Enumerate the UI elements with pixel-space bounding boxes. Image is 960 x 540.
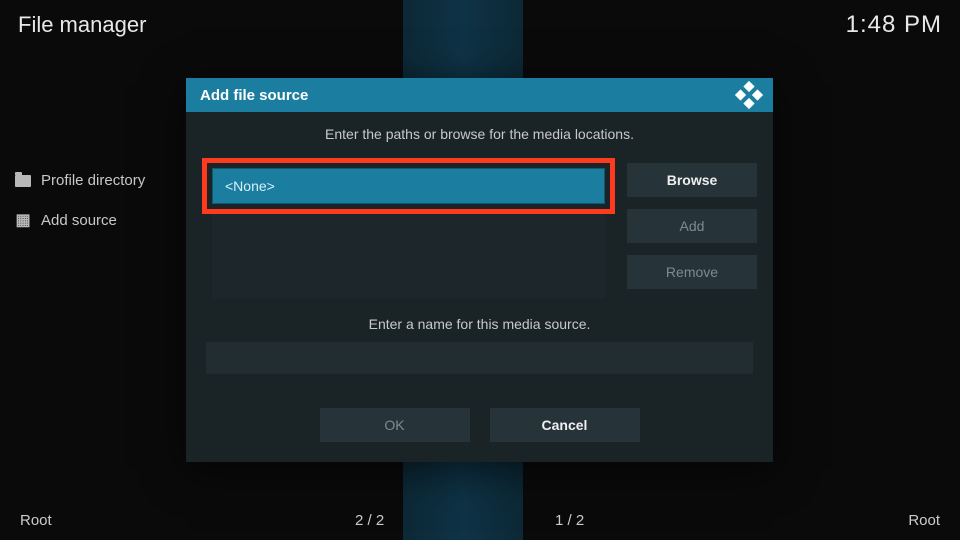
sidebar-item-label: Add source xyxy=(41,212,117,229)
footer-left-count: 2 / 2 xyxy=(355,512,384,529)
remove-button[interactable]: Remove xyxy=(627,255,757,289)
header-bar: File manager 1:48 PM xyxy=(0,0,960,50)
kodi-logo-icon xyxy=(735,81,763,109)
paths-instruction-text: Enter the paths or browse for the media … xyxy=(202,126,757,142)
clock: 1:48 PM xyxy=(846,11,942,39)
dialog-titlebar: Add file source xyxy=(186,78,773,112)
path-input-highlight: <None> xyxy=(202,158,615,214)
sidebar-item-add-source[interactable]: ▦ Add source xyxy=(15,212,117,229)
folder-icon xyxy=(15,175,31,187)
source-name-input[interactable] xyxy=(206,342,753,374)
sidebar-item-label: Profile directory xyxy=(41,172,145,189)
path-input-value: <None> xyxy=(225,178,275,194)
add-source-icon: ▦ xyxy=(15,214,31,228)
path-input[interactable]: <None> xyxy=(212,168,605,204)
add-button[interactable]: Add xyxy=(627,209,757,243)
page-title: File manager xyxy=(18,12,146,38)
dialog-title: Add file source xyxy=(200,87,308,104)
browse-button[interactable]: Browse xyxy=(627,163,757,197)
footer-right-count: 1 / 2 xyxy=(555,512,584,529)
sidebar-item-profile-directory[interactable]: Profile directory xyxy=(15,172,145,189)
cancel-button[interactable]: Cancel xyxy=(490,408,640,442)
path-list-area[interactable] xyxy=(212,214,605,298)
footer-left-label: Root xyxy=(20,512,52,529)
footer-right-label: Root xyxy=(908,512,940,529)
add-file-source-dialog: Add file source Enter the paths or brows… xyxy=(186,78,773,462)
name-instruction-text: Enter a name for this media source. xyxy=(202,316,757,332)
footer-bar: Root 2 / 2 1 / 2 Root xyxy=(0,500,960,540)
ok-button[interactable]: OK xyxy=(320,408,470,442)
